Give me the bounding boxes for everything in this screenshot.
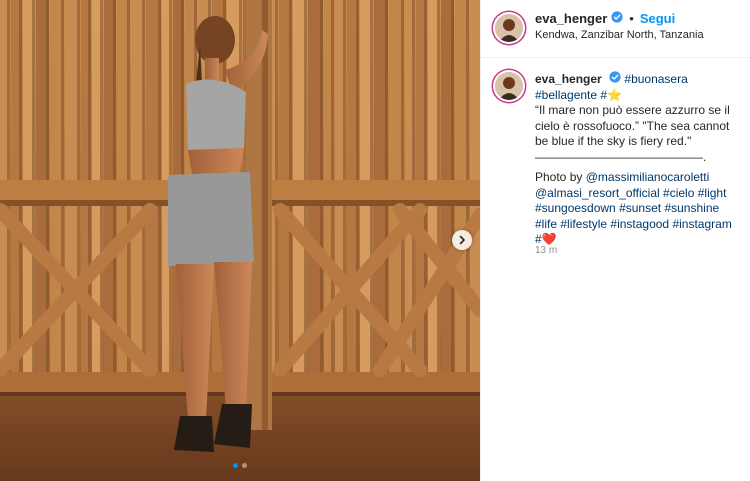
- hashtag-link[interactable]: #instagood: [610, 217, 669, 231]
- carousel-dot-2: [242, 463, 247, 468]
- caption-first-line: eva_henger #buonasera: [535, 71, 741, 88]
- heart-emoji: ❤️: [541, 232, 557, 246]
- avatar[interactable]: [495, 14, 523, 42]
- verified-badge-icon: [609, 71, 621, 88]
- photo-by-text: Photo by: [535, 170, 583, 184]
- caption-avatar[interactable]: [495, 72, 523, 100]
- caption-quote-line: “Il mare non può essere azzurro se il: [535, 103, 730, 117]
- follow-button[interactable]: Segui: [640, 11, 675, 26]
- username-link[interactable]: eva_henger: [535, 11, 607, 26]
- star-emoji: ⭐: [607, 87, 623, 102]
- instagram-post-frame: eva_henger • Segui Kendwa, Zanzibar Nort…: [0, 0, 750, 481]
- header-username-row: eva_henger • Segui: [535, 11, 675, 26]
- caption-tags-line: @almasi_resort_official #cielo #light: [535, 186, 741, 202]
- hashtag-link[interactable]: #sungoesdown: [535, 201, 616, 215]
- hashtag-link[interactable]: #: [535, 232, 542, 246]
- post-side-panel: eva_henger • Segui Kendwa, Zanzibar Nort…: [480, 0, 750, 481]
- post-timestamp[interactable]: 13 m: [535, 245, 557, 256]
- mention-link[interactable]: @almasi_resort_official: [535, 186, 660, 200]
- location-link[interactable]: Kendwa, Zanzibar North, Tanzania: [535, 29, 704, 41]
- caption-divider-line: ——————————————.: [535, 149, 707, 164]
- caption-tags-line: #life #lifestyle #instagood #instagram: [535, 217, 741, 233]
- hashtag-link[interactable]: #cielo: [663, 186, 694, 200]
- carousel-indicator: [0, 463, 480, 468]
- hashtag-link[interactable]: #light: [698, 186, 727, 200]
- caption-second-line: #bellagente #⭐: [535, 88, 741, 104]
- hashtag-link[interactable]: #sunshine: [664, 201, 719, 215]
- avatar-image: [495, 72, 523, 100]
- photo-illustration: [0, 0, 480, 481]
- chevron-right-icon: [459, 235, 465, 245]
- caption-username[interactable]: eva_henger: [535, 72, 602, 86]
- hashtag-link[interactable]: #bellagente: [535, 88, 597, 102]
- post-header: eva_henger • Segui Kendwa, Zanzibar Nort…: [481, 0, 750, 58]
- avatar-image: [495, 14, 523, 42]
- caption-quote-line: be blue if the sky is fiery red.": [535, 134, 692, 148]
- caption-credits-line: Photo by @massimilianocaroletti: [535, 170, 741, 186]
- carousel-dot-1: [233, 463, 238, 468]
- hashtag-link[interactable]: #buonasera: [624, 72, 687, 86]
- hashtag-link[interactable]: #sunset: [619, 201, 661, 215]
- post-photo[interactable]: [0, 0, 480, 481]
- hashtag-link[interactable]: #lifestyle: [560, 217, 607, 231]
- hashtag-link[interactable]: #instagram: [672, 217, 731, 231]
- hashtag-link[interactable]: #life: [535, 217, 557, 231]
- separator-dot: •: [629, 11, 634, 26]
- caption-quote-line: cielo è rossofuoco.” "The sea cannot: [535, 118, 730, 133]
- caption-tags-line: #❤️: [535, 232, 741, 248]
- mention-link[interactable]: @massimilianocaroletti: [586, 170, 710, 184]
- post-caption: eva_henger #buonasera #bellagente #⭐ “Il…: [535, 71, 741, 248]
- verified-badge-icon: [611, 11, 623, 26]
- next-photo-button[interactable]: [452, 230, 472, 250]
- caption-tags-line: #sungoesdown #sunset #sunshine: [535, 201, 741, 217]
